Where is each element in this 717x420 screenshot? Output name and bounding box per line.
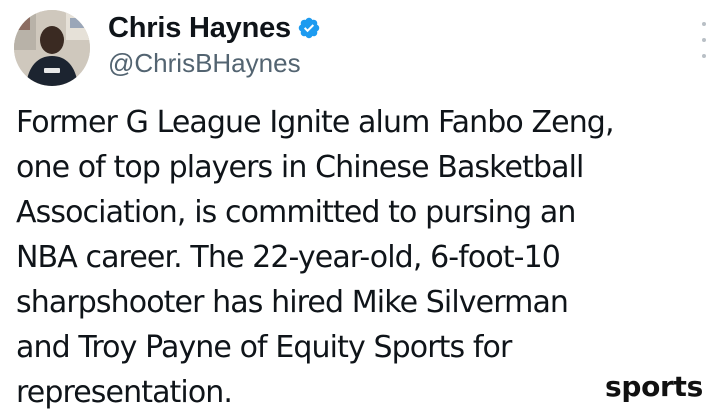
- author-name-row: Chris Haynes: [108, 11, 321, 45]
- tweet-text-line: NBA career. The 22-year-old, 6-foot-10: [16, 240, 561, 275]
- verified-badge-icon: [297, 16, 321, 40]
- author-handle[interactable]: @ChrisBHaynes: [108, 48, 301, 79]
- tweet-text-line: Association, is committed to pursing an: [16, 195, 576, 230]
- tweet-text-line: and Troy Payne of Equity Sports for: [16, 330, 512, 365]
- author-display-name[interactable]: Chris Haynes: [108, 12, 291, 45]
- more-vertical-icon[interactable]: [696, 22, 712, 58]
- tweet-card: Chris Haynes @ChrisBHaynes Former G Leag…: [0, 0, 717, 420]
- tweet-text-line: representation.: [16, 375, 233, 410]
- tweet-text-line: sharpshooter has hired Mike Silverman: [16, 285, 569, 320]
- person-avatar-icon: [14, 10, 90, 86]
- tweet-text-line: Former G League Ignite alum Fanbo Zeng,: [16, 105, 614, 140]
- tweet-text: Former G League Ignite alum Fanbo Zeng, …: [16, 100, 706, 415]
- more-dot: [702, 22, 706, 26]
- more-dot: [702, 38, 706, 42]
- tweet-text-line: one of top players in Chinese Basketball: [16, 150, 584, 185]
- watermark-logo: sports: [604, 370, 703, 403]
- more-dot: [702, 54, 706, 58]
- author-avatar[interactable]: [14, 10, 90, 86]
